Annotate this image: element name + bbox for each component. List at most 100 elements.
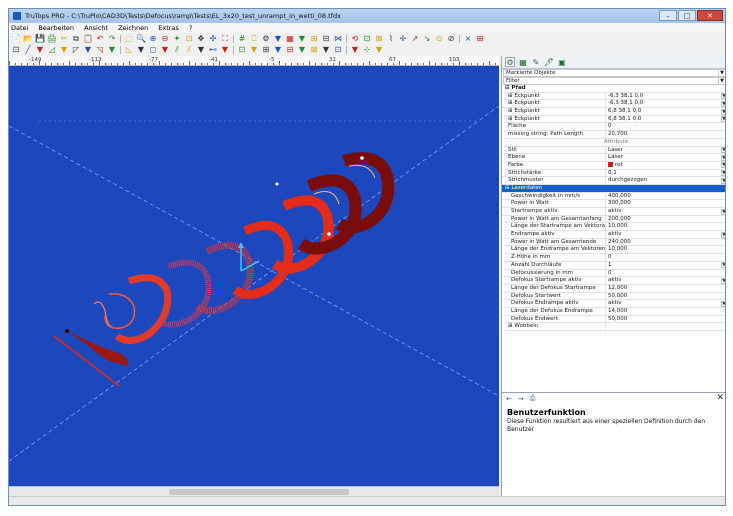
selection-dropdown[interactable]: Markierte Objekte ▼: [503, 69, 725, 77]
property-row[interactable]: Power in Watt am Gesamtanfang 200,000: [502, 215, 725, 224]
drawing-tool-icon[interactable]: ▼: [136, 45, 146, 54]
property-value[interactable]: durchgezogen ▼: [606, 177, 725, 184]
main-tool-icon[interactable]: ↘: [422, 34, 432, 43]
property-value[interactable]: -6,3 38,1 0,0 ▼: [606, 100, 725, 107]
property-row[interactable]: ⊞ Eckpunkt 6,8 38,1 0,0 ▼: [502, 108, 725, 116]
main-tool-icon[interactable]: ✂: [59, 34, 69, 43]
drawing-tool-icon[interactable]: ⊞: [261, 45, 271, 54]
chevron-down-icon[interactable]: ▼: [718, 78, 725, 84]
horizontal-scrollbar[interactable]: [9, 486, 499, 496]
main-tool-icon[interactable]: ⊡: [362, 34, 372, 43]
property-row[interactable]: Defokus Endwert 50,000: [502, 315, 725, 324]
main-tool-icon[interactable]: ⊞: [475, 34, 485, 43]
chevron-down-icon[interactable]: ▼: [721, 154, 725, 161]
property-value[interactable]: 200,000: [606, 216, 725, 223]
main-tool-icon[interactable]: ⌇: [386, 34, 396, 43]
main-tool-icon[interactable]: ↶: [95, 34, 105, 43]
chevron-down-icon[interactable]: ▼: [721, 231, 725, 238]
chevron-down-icon[interactable]: ▼: [721, 162, 725, 169]
property-row[interactable]: Defokus Endrampe aktiv aktiv ▼: [502, 300, 725, 308]
panel-tab-icon[interactable]: ▣: [557, 57, 567, 67]
title-bar[interactable]: TruTops PRO - C:\TruPlo\CAD3D\Tests\Defo…: [9, 9, 725, 23]
main-tool-icon[interactable]: ⊡: [184, 34, 194, 43]
main-tool-icon[interactable]: ▦: [285, 34, 295, 43]
forward-arrow-icon[interactable]: →: [518, 395, 524, 403]
menu-item[interactable]: Zeichnen: [118, 24, 148, 32]
drawing-tool-icon[interactable]: ⫽: [172, 45, 182, 54]
main-tool-icon[interactable]: 💾: [35, 34, 45, 43]
property-row[interactable]: ⊟ Laserdaten: [502, 184, 725, 193]
main-tool-icon[interactable]: 📄: [11, 34, 21, 43]
property-row[interactable]: ⊟ Pfad: [502, 85, 725, 93]
drawing-tool-icon[interactable]: ⊟: [285, 45, 295, 54]
main-tool-icon[interactable]: ⎕: [249, 34, 259, 43]
property-row[interactable]: Defokus Startrampe aktiv aktiv ▼: [502, 277, 725, 285]
panel-tab-icon[interactable]: ✎: [531, 57, 541, 67]
drawing-tool-icon[interactable]: ▼: [220, 45, 230, 54]
main-tool-icon[interactable]: ✦: [172, 34, 182, 43]
property-value[interactable]: Laser ▼: [606, 147, 725, 154]
chevron-down-icon[interactable]: ▼: [721, 177, 725, 184]
property-value[interactable]: 10,000: [606, 223, 725, 230]
drawing-tool-icon[interactable]: ⊡: [11, 45, 21, 54]
cad-canvas[interactable]: [9, 66, 499, 486]
property-row[interactable]: Z-Höhe in mm 0: [502, 254, 725, 262]
drawing-tool-icon[interactable]: ⫽: [184, 45, 194, 54]
chevron-down-icon[interactable]: ▼: [721, 262, 725, 269]
property-row[interactable]: Power in Watt am Gesamtende 240,000: [502, 238, 725, 247]
main-tool-icon[interactable]: ⟲: [350, 34, 360, 43]
property-row[interactable]: Länge der Defokus Startrampe 12,000: [502, 284, 725, 293]
menu-item[interactable]: Extras: [158, 24, 179, 32]
chevron-down-icon[interactable]: ▼: [718, 70, 725, 76]
chevron-down-icon[interactable]: ▼: [721, 108, 725, 115]
filter-dropdown[interactable]: Filter ▼: [503, 77, 725, 85]
main-tool-icon[interactable]: 🔍: [136, 34, 146, 43]
main-tool-icon[interactable]: ↷: [107, 34, 117, 43]
main-tool-icon[interactable]: #: [237, 34, 247, 43]
property-value[interactable]: 12,000: [606, 285, 725, 292]
property-value[interactable]: aktiv ▼: [606, 277, 725, 284]
main-tool-icon[interactable]: 🖨: [47, 34, 57, 43]
property-value[interactable]: [606, 323, 725, 330]
drawing-tool-icon[interactable]: ⊹: [362, 45, 372, 54]
chevron-down-icon[interactable]: ▼: [721, 300, 725, 307]
menu-item[interactable]: Ansicht: [84, 24, 108, 32]
property-value[interactable]: 20,700: [606, 131, 725, 138]
main-tool-icon[interactable]: ✥: [196, 34, 206, 43]
main-tool-icon[interactable]: ⛶: [220, 34, 230, 43]
drawing-tool-icon[interactable]: ⊡: [237, 45, 247, 54]
property-value[interactable]: 400,000: [606, 193, 725, 200]
main-tool-icon[interactable]: ⊠: [374, 34, 384, 43]
close-button[interactable]: ✕: [697, 10, 723, 21]
property-row[interactable]: Defokus Startwert 50,000: [502, 292, 725, 301]
main-tool-icon[interactable]: ▼: [297, 34, 307, 43]
main-tool-icon[interactable]: ⊞: [309, 34, 319, 43]
panel-tab-icon[interactable]: 🖊: [544, 57, 554, 67]
property-value[interactable]: aktiv ▼: [606, 208, 725, 215]
drawing-tool-icon[interactable]: ▼: [160, 45, 170, 54]
drawing-tool-icon[interactable]: ◺: [124, 45, 134, 54]
property-row[interactable]: Länge der Startrampe am Vektoranfang10,0…: [502, 223, 725, 232]
main-tool-icon[interactable]: ⚙: [261, 34, 271, 43]
property-row[interactable]: ⊞ Eckpunkt 6,8 38,1 0,0 ▼: [502, 115, 725, 124]
property-value[interactable]: 1 ▼: [606, 262, 725, 269]
cad-drawing[interactable]: [9, 66, 499, 486]
property-value[interactable]: 6,8 38,1 0,0 ▼: [606, 116, 725, 123]
property-value[interactable]: -6,3 38,1 0,0 ▼: [606, 93, 725, 100]
main-tool-icon[interactable]: ⋈: [333, 34, 343, 43]
drawing-tool-icon[interactable]: ⊡: [333, 45, 343, 54]
main-tool-icon[interactable]: 📂: [23, 34, 33, 43]
property-row[interactable]: ⊞ Eckpunkt -6,3 38,1 0,0 ▼: [502, 92, 725, 101]
drawing-tool-icon[interactable]: ◻: [148, 45, 158, 54]
drawing-tool-icon[interactable]: ◸: [71, 45, 81, 54]
property-value[interactable]: 50,000: [606, 316, 725, 323]
panel-tab-icon[interactable]: ▦: [518, 57, 528, 67]
drawing-tool-icon[interactable]: ▼: [249, 45, 259, 54]
chevron-down-icon[interactable]: ▼: [721, 147, 725, 153]
print-icon[interactable]: ⎙: [530, 394, 536, 403]
property-value[interactable]: 0: [606, 254, 725, 261]
property-value[interactable]: 300,000: [606, 200, 725, 207]
main-tool-icon[interactable]: ↗: [410, 34, 420, 43]
property-row[interactable]: Fläche 0: [502, 123, 725, 132]
property-row[interactable]: Defocussierung in mm 0: [502, 269, 725, 278]
